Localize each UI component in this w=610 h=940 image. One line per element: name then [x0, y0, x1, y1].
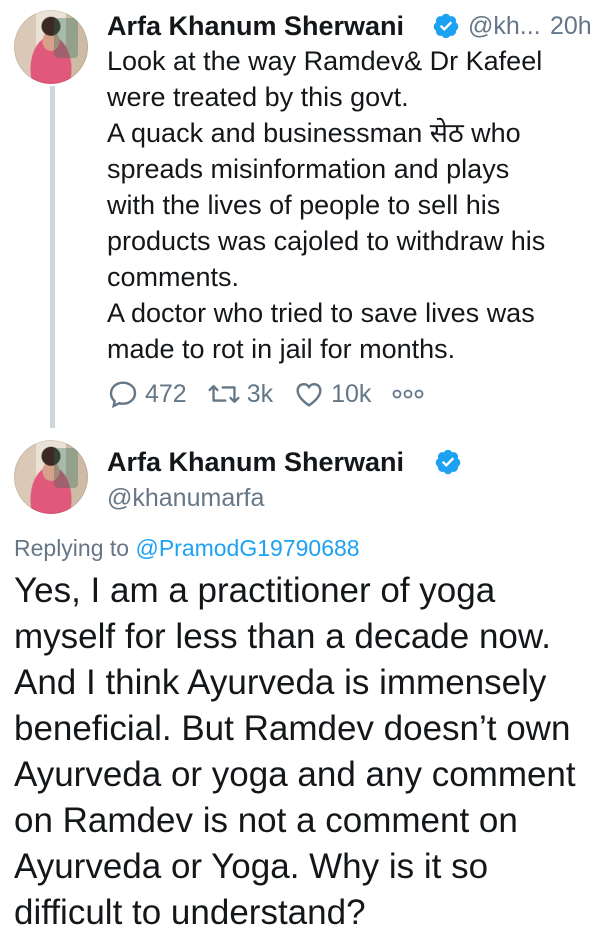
more-button[interactable] — [391, 384, 431, 404]
author-name[interactable]: Arfa Khanum Sherwani — [107, 446, 404, 478]
retweet-count: 3k — [246, 379, 274, 408]
replying-to-link[interactable]: @PramodG19790688 — [135, 535, 359, 561]
reply-count: 472 — [145, 379, 187, 408]
author-name[interactable]: Arfa Khanum Sherwani — [107, 10, 404, 42]
author-handle[interactable]: @khanumarfa — [107, 484, 264, 513]
author-handle[interactable]: @kh... — [468, 12, 541, 41]
tweet-text: Look at the way Ramdev& Dr Kafeel were t… — [107, 46, 546, 364]
verified-icon — [435, 449, 461, 475]
reply-button[interactable]: 472 — [107, 378, 187, 410]
replying-to: Replying to @PramodG19790688 — [14, 535, 360, 562]
avatar[interactable] — [14, 440, 88, 514]
thread-line — [50, 86, 55, 428]
retweet-button[interactable]: 3k — [207, 378, 273, 410]
tweet-actions: 472 3k 10k — [107, 374, 451, 414]
avatar[interactable] — [14, 10, 88, 84]
like-button[interactable]: 10k — [293, 378, 371, 410]
retweet-icon — [208, 384, 240, 404]
tweet-text: Yes, I am a practitioner of yoga myself … — [14, 571, 576, 932]
reply-icon — [109, 381, 137, 409]
verified-icon — [433, 13, 459, 39]
like-icon — [296, 382, 322, 407]
more-icon — [393, 389, 424, 399]
like-count: 10k — [331, 379, 372, 408]
replying-prefix: Replying to — [14, 535, 130, 561]
tweet-timestamp[interactable]: 20h — [550, 12, 592, 41]
